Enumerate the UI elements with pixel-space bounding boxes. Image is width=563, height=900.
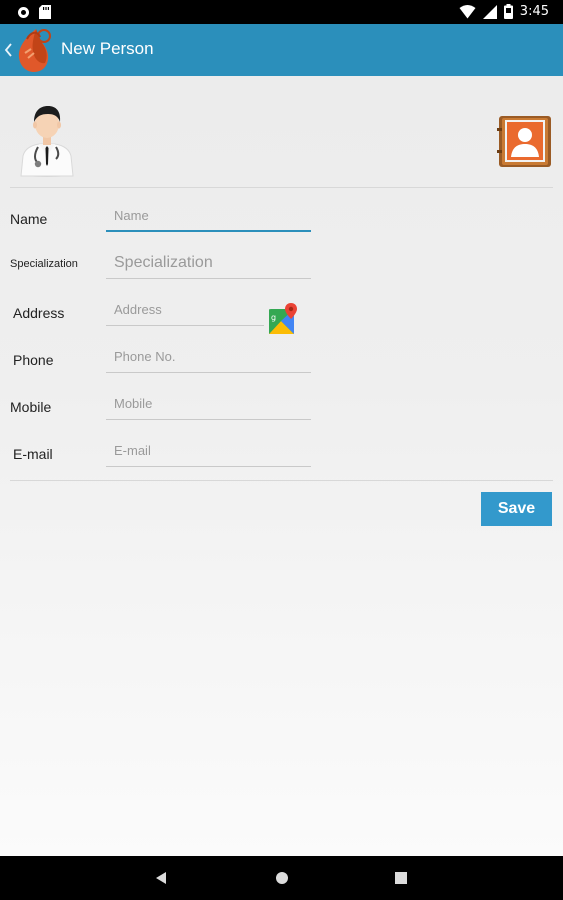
home-circle-icon[interactable]	[275, 871, 289, 885]
name-field[interactable]	[106, 194, 311, 232]
wifi-icon	[459, 4, 476, 18]
mobile-label: Mobile	[10, 399, 52, 415]
name-label: Name	[10, 211, 48, 227]
mobile-field[interactable]	[106, 382, 311, 420]
email-label: E-mail	[13, 446, 53, 462]
contacts-book-icon[interactable]	[497, 114, 553, 169]
phone-field[interactable]	[106, 335, 311, 373]
sd-card-icon	[39, 5, 51, 19]
email-field[interactable]	[106, 429, 311, 467]
record-icon	[18, 6, 29, 18]
back-chevron-icon[interactable]	[2, 38, 14, 62]
page-title: New Person	[61, 39, 154, 58]
address-field[interactable]	[106, 288, 264, 326]
address-label: Address	[13, 305, 65, 321]
signal-icon	[482, 4, 497, 19]
form-divider	[10, 480, 553, 481]
app-logo-icon	[18, 29, 51, 72]
specialization-label: Specialization	[10, 258, 78, 270]
status-time: 3:45	[519, 4, 549, 19]
phone-label: Phone	[13, 352, 54, 368]
nav-bar	[0, 856, 563, 900]
specialization-field[interactable]	[106, 241, 311, 279]
back-triangle-icon[interactable]	[155, 871, 167, 885]
recents-square-icon[interactable]	[395, 872, 407, 884]
app-bar: New Person	[0, 24, 563, 76]
battery-icon	[503, 4, 513, 19]
svg-text:g: g	[271, 313, 276, 322]
header-divider	[10, 187, 553, 188]
save-button[interactable]: Save	[481, 492, 552, 526]
content-area: Name Specialization Address g Phone Mobi…	[0, 76, 563, 856]
status-bar: 3:45	[0, 0, 563, 24]
google-maps-icon[interactable]: g	[268, 303, 300, 335]
doctor-avatar-icon[interactable]	[18, 102, 76, 178]
